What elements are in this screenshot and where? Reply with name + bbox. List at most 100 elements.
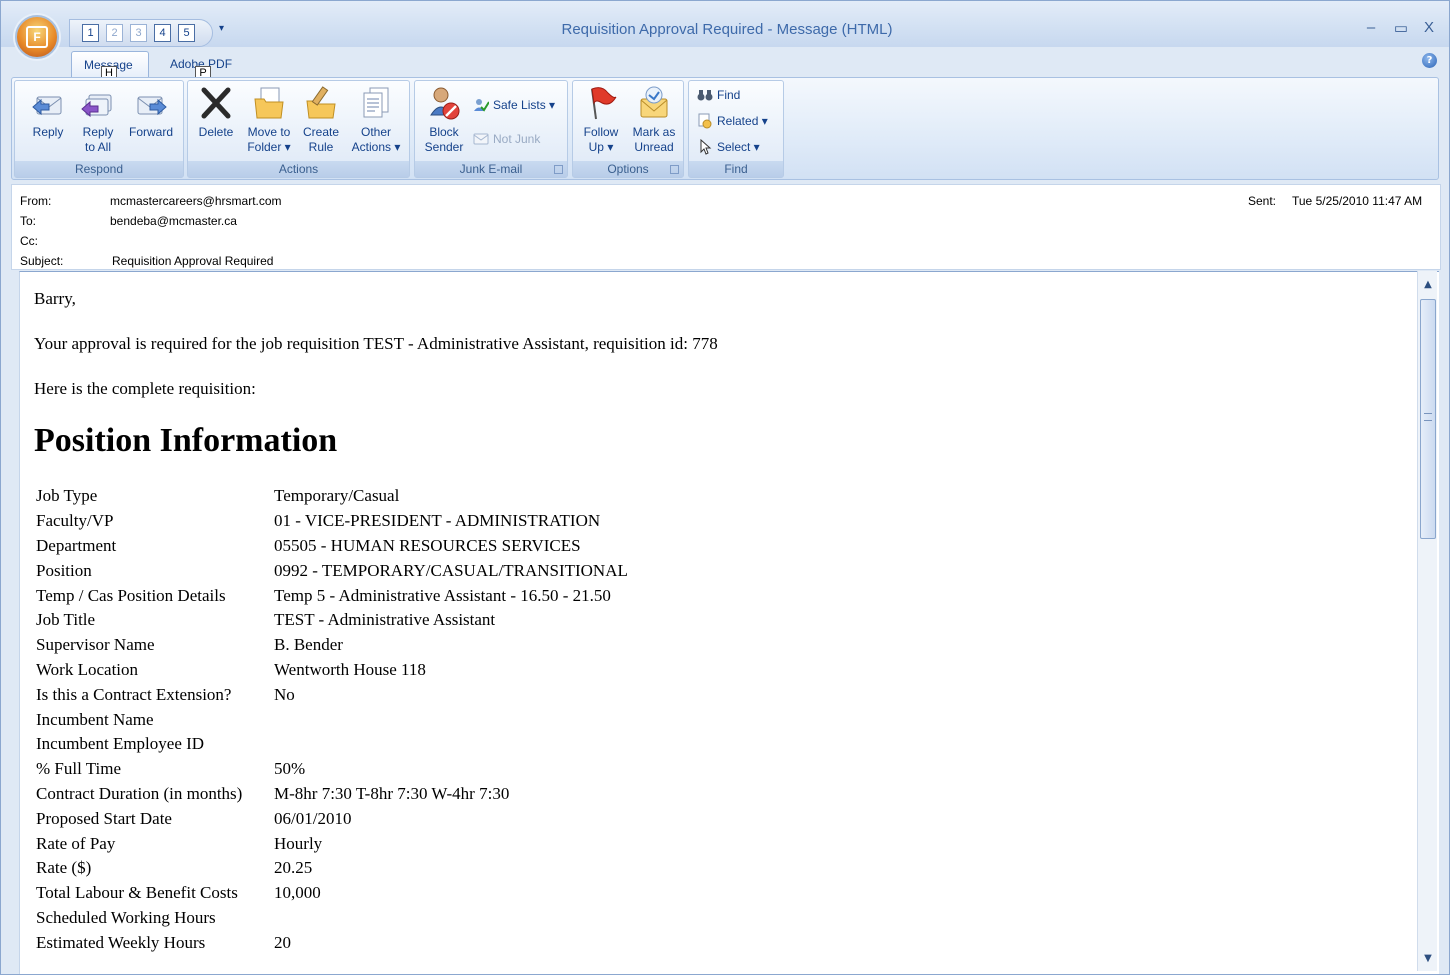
from-address[interactable]: mcmastercareers@hrsmart.com xyxy=(110,194,282,208)
group-find-label: Find xyxy=(689,161,783,177)
scroll-grip xyxy=(1424,413,1432,421)
field-label: Estimated Weekly Hours xyxy=(36,932,206,952)
reply-button[interactable]: Reply xyxy=(25,85,71,140)
field-label: Is this a Contract Extension? xyxy=(36,684,232,704)
other-actions-label-2: Actions ▾ xyxy=(351,140,401,154)
related-button[interactable]: Related ▾ xyxy=(695,111,768,131)
group-junk-email-label: Junk E-mail xyxy=(415,161,567,177)
vertical-scrollbar[interactable]: ▲ ▼ xyxy=(1417,271,1437,971)
select-button[interactable]: Select ▾ xyxy=(695,137,760,157)
subject-label: Subject: xyxy=(20,254,64,268)
field-label: Supervisor Name xyxy=(36,635,155,655)
field-value: 50% xyxy=(274,759,306,779)
maximize-button[interactable]: ▭ xyxy=(1389,19,1413,37)
field-value: Temp 5 - Administrative Assistant - 16.5… xyxy=(274,585,611,605)
field-label: Incumbent Employee ID xyxy=(36,734,205,754)
field-value: 20 xyxy=(274,932,291,952)
mark-as-unread-label-2: Unread xyxy=(634,140,674,154)
field-value xyxy=(274,906,628,931)
junk-email-dialog-launcher[interactable] xyxy=(554,165,563,174)
related-label: Related ▾ xyxy=(717,114,768,128)
forward-button[interactable]: Forward xyxy=(125,85,177,140)
delete-label: Delete xyxy=(198,125,234,139)
scroll-up-arrow[interactable]: ▲ xyxy=(1420,277,1436,293)
move-to-folder-label-2: Folder ▾ xyxy=(247,140,291,154)
field-label: Total Labour & Benefit Costs xyxy=(36,883,238,903)
find-button[interactable]: Find xyxy=(695,85,740,105)
cc-label: Cc: xyxy=(20,234,38,248)
related-icon xyxy=(697,113,713,129)
block-sender-label-1: Block xyxy=(429,125,459,139)
block-sender-label-2: Sender xyxy=(424,140,464,154)
table-row: Incumbent Name xyxy=(36,707,628,732)
create-rule-label-1: Create xyxy=(302,125,340,139)
field-value: No xyxy=(274,684,295,704)
office-button[interactable]: F xyxy=(15,15,59,59)
reply-all-button[interactable]: Reply to All xyxy=(75,85,121,155)
follow-up-label-1: Follow xyxy=(583,125,619,139)
field-value: 06/01/2010 xyxy=(274,808,352,828)
options-dialog-launcher[interactable] xyxy=(670,165,679,174)
subject-value: Requisition Approval Required xyxy=(112,254,274,268)
table-row: Job Type Temporary/Casual xyxy=(36,484,628,509)
outlook-message-window: 1 2 3 4 5 ▾ Requisition Approval Require… xyxy=(0,0,1450,975)
move-to-folder-label-1: Move to xyxy=(247,125,291,139)
move-to-folder-button[interactable]: Move to Folder ▾ xyxy=(242,85,296,155)
not-junk-button[interactable]: Not Junk xyxy=(471,129,540,149)
field-value: M-8hr 7:30 T-8hr 7:30 W-4hr 7:30 xyxy=(274,783,510,803)
field-value: 01 - VICE-PRESIDENT - ADMINISTRATION xyxy=(274,511,601,531)
field-value: 20.25 xyxy=(274,858,313,878)
table-row: Rate ($) 20.25 xyxy=(36,856,628,881)
field-label: Faculty/VP xyxy=(36,511,114,531)
field-label: Department xyxy=(36,535,117,555)
table-row: Total Labour & Benefit Costs 10,000 xyxy=(36,881,628,906)
mark-as-unread-label-1: Mark as xyxy=(632,125,676,139)
help-icon[interactable]: ? xyxy=(1422,53,1437,68)
move-to-folder-icon xyxy=(252,85,286,121)
mark-as-unread-button[interactable]: Mark as Unread xyxy=(627,85,681,155)
close-button[interactable]: X xyxy=(1417,19,1441,36)
minimize-button[interactable]: – xyxy=(1359,19,1383,36)
block-sender-button[interactable]: Block Sender xyxy=(421,85,467,155)
group-respond-label: Respond xyxy=(15,161,183,177)
title-bar: 1 2 3 4 5 ▾ Requisition Approval Require… xyxy=(1,1,1449,47)
field-label: Job Type xyxy=(36,486,98,506)
table-row: % Full Time 50% xyxy=(36,757,628,782)
field-value: Wentworth House 118 xyxy=(274,659,426,679)
approval-line: Your approval is required for the job re… xyxy=(34,334,718,353)
office-button-keytip: F xyxy=(26,26,48,48)
field-value: 05505 - HUMAN RESOURCES SERVICES xyxy=(274,535,581,555)
intro-line: Here is the complete requisition: xyxy=(34,379,256,398)
reply-all-label-2: to All xyxy=(84,140,111,154)
table-row: Incumbent Employee ID xyxy=(36,732,628,757)
follow-up-button[interactable]: Follow Up ▾ xyxy=(577,85,625,155)
create-rule-button[interactable]: Create Rule xyxy=(298,85,344,155)
greeting: Barry, xyxy=(34,289,76,308)
message-body: Barry, Your approval is required for the… xyxy=(19,271,1439,974)
follow-up-label-2: Up ▾ xyxy=(588,140,614,154)
to-address[interactable]: bendeba@mcmaster.ca xyxy=(110,214,237,228)
mark-as-unread-icon xyxy=(637,85,671,121)
field-label: Contract Duration (in months) xyxy=(36,783,243,803)
table-row: Faculty/VP 01 - VICE-PRESIDENT - ADMINIST… xyxy=(36,509,628,534)
forward-label: Forward xyxy=(128,125,173,139)
delete-button[interactable]: Delete xyxy=(192,85,240,140)
message-content: Barry, Your approval is required for the… xyxy=(34,290,1394,955)
other-actions-button[interactable]: Other Actions ▾ xyxy=(346,85,406,155)
scroll-down-arrow[interactable]: ▼ xyxy=(1420,951,1436,967)
section-heading: Position Information xyxy=(34,422,338,459)
cursor-icon xyxy=(697,138,713,155)
field-value: Hourly xyxy=(274,833,323,853)
field-label: Scheduled Working Hours xyxy=(36,907,216,927)
create-rule-label-2: Rule xyxy=(308,140,334,154)
to-label: To: xyxy=(20,214,37,228)
field-label: Rate ($) xyxy=(36,858,92,878)
safe-lists-button[interactable]: Safe Lists ▾ xyxy=(471,95,555,115)
field-value: TEST - Administrative Assistant xyxy=(274,610,496,630)
select-label: Select ▾ xyxy=(717,140,760,154)
forward-icon xyxy=(134,85,168,121)
field-value xyxy=(274,732,628,757)
reply-all-icon xyxy=(81,85,115,121)
field-value: Temporary/Casual xyxy=(274,486,400,506)
scroll-thumb[interactable] xyxy=(1420,299,1436,539)
